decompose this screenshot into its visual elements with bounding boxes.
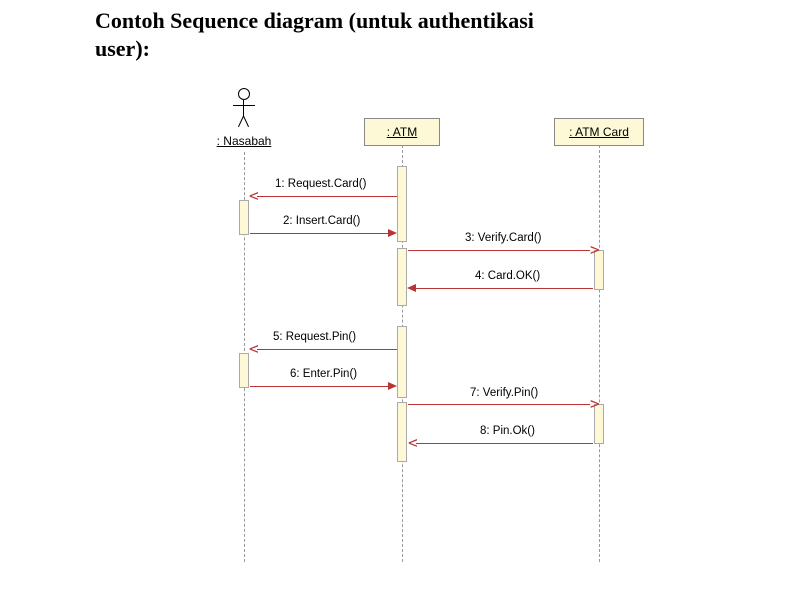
activation-atm-3 <box>397 326 407 398</box>
msg-2-arrowhead <box>388 229 397 237</box>
page-title: Contoh Sequence diagram (untuk authentik… <box>95 7 535 62</box>
msg-2-arrow <box>250 233 390 234</box>
msg-5-arrowhead: < <box>249 341 259 357</box>
msg-2-label: 2: Insert.Card() <box>283 215 360 227</box>
msg-6-label: 6: Enter.Pin() <box>290 368 357 380</box>
activation-atm-1 <box>397 166 407 242</box>
msg-4-label: 4: Card.OK() <box>475 270 540 282</box>
msg-8-arrow <box>416 443 593 444</box>
msg-8-label: 8: Pin.Ok() <box>480 425 535 437</box>
lifeline-label-atmcard: : ATM Card <box>569 125 629 139</box>
activation-nasabah-2 <box>239 353 249 388</box>
msg-3-arrow <box>408 250 590 251</box>
lifeline-atmcard <box>599 145 600 562</box>
activation-atm-4 <box>397 402 407 462</box>
msg-3-arrowhead: > <box>590 242 600 258</box>
msg-7-label: 7: Verify.Pin() <box>470 387 538 399</box>
msg-7-arrow <box>408 404 590 405</box>
activation-atm-2 <box>397 248 407 306</box>
msg-1-arrow <box>257 196 397 197</box>
msg-5-arrow <box>257 349 397 350</box>
activation-nasabah-1 <box>239 200 249 235</box>
lifeline-box-atm: : ATM <box>364 118 440 146</box>
msg-1-label: 1: Request.Card() <box>275 178 366 190</box>
lifeline-label-atm: : ATM <box>387 125 417 139</box>
lifeline-label-nasabah: : Nasabah <box>207 134 281 148</box>
msg-4-arrow <box>415 288 593 289</box>
lifeline-box-atmcard: : ATM Card <box>554 118 644 146</box>
msg-6-arrowhead <box>388 382 397 390</box>
sequence-diagram: : Nasabah : ATM : ATM Card 1: Request.Ca… <box>95 88 655 568</box>
msg-4-arrowhead <box>407 284 416 292</box>
msg-6-arrow <box>250 386 390 387</box>
msg-1-arrowhead: < <box>249 188 259 204</box>
actor-icon <box>233 88 255 128</box>
msg-5-label: 5: Request.Pin() <box>273 331 356 343</box>
msg-8-arrowhead: < <box>408 435 418 451</box>
msg-3-label: 3: Verify.Card() <box>465 232 541 244</box>
msg-7-arrowhead: > <box>590 396 600 412</box>
